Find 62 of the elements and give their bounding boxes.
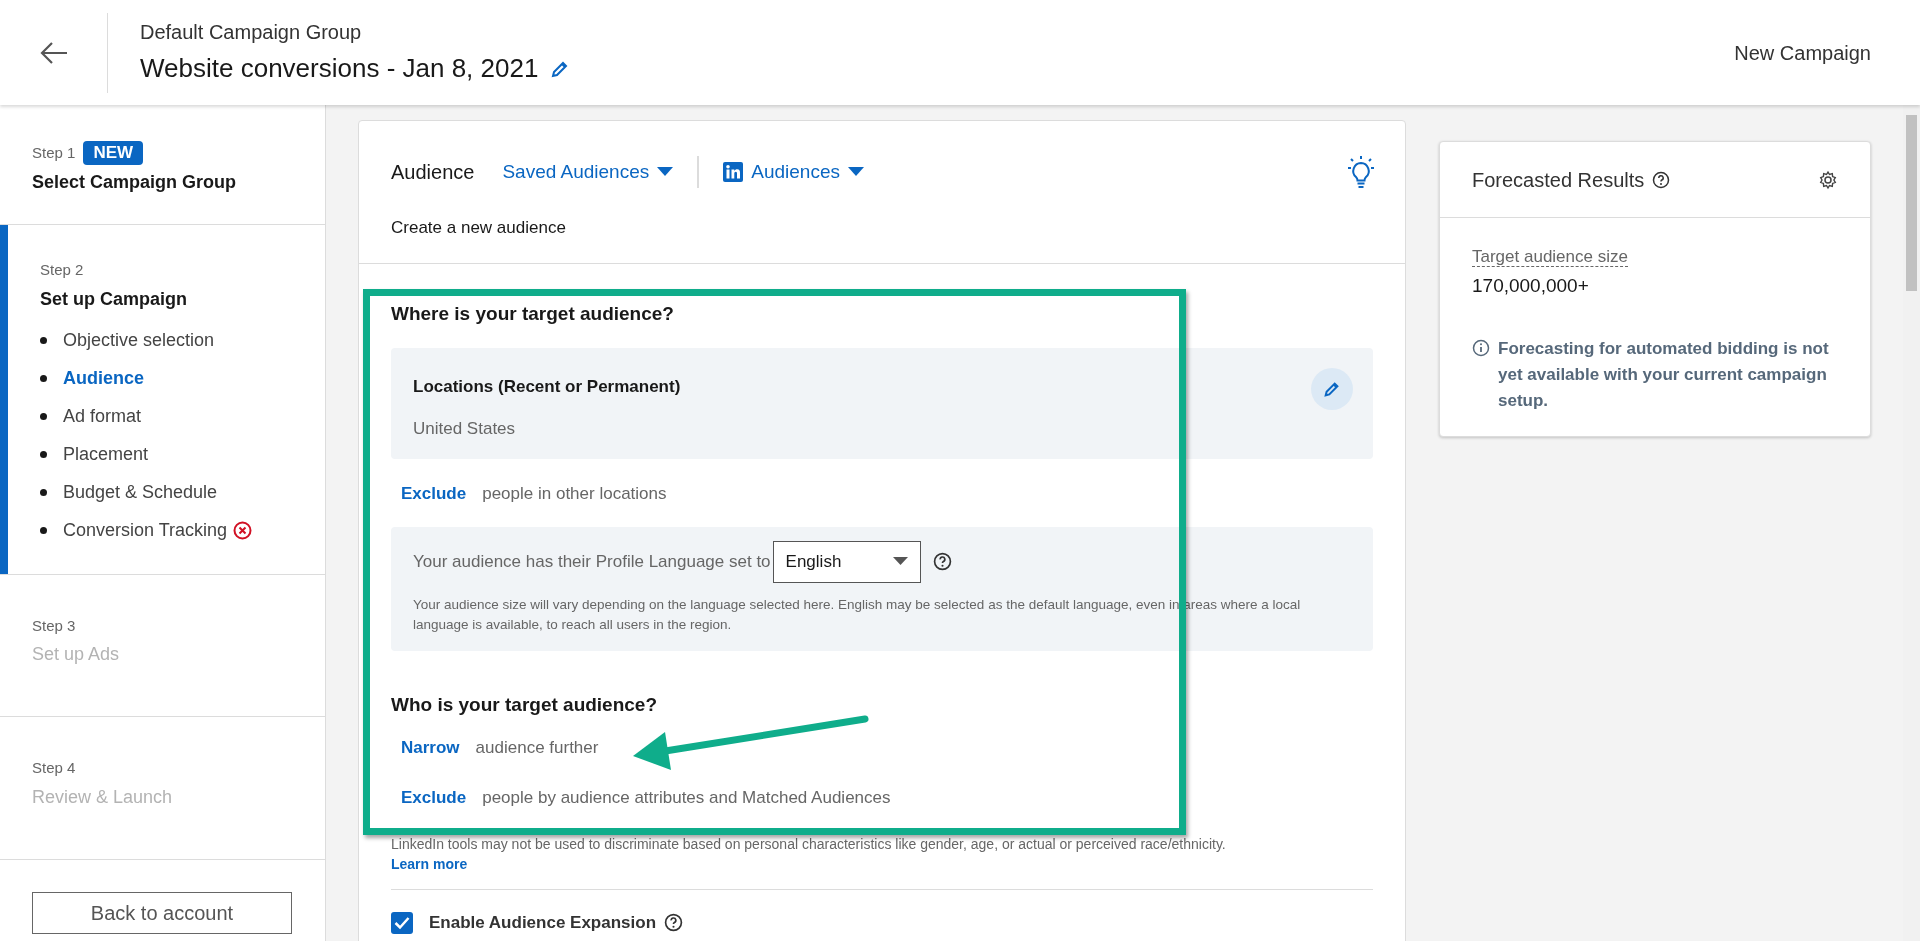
section-subtitle: Create a new audience xyxy=(391,217,566,239)
back-arrow-icon xyxy=(38,40,69,65)
question-heading: Where is your target audience? xyxy=(391,301,675,326)
campaign-group-name: Default Campaign Group xyxy=(140,20,363,45)
new-campaign-label: New Campaign xyxy=(1734,40,1871,66)
action-link[interactable]: Exclude xyxy=(401,481,467,507)
settings-icon[interactable] xyxy=(1818,169,1838,190)
step-link[interactable]: Budget & Schedule xyxy=(63,478,218,506)
lightbulb-icon[interactable] xyxy=(1347,155,1375,189)
back-to-account-button[interactable]: Back to account xyxy=(32,891,292,934)
metric-value: 170,000,000+ xyxy=(1472,273,1590,298)
step-number: Step 3 xyxy=(32,615,76,636)
step-title[interactable]: Set up Campaign xyxy=(40,285,325,313)
forecast-title: Forecasted Results xyxy=(1472,167,1645,193)
learn-more-link[interactable]: Learn more xyxy=(391,854,468,875)
new-badge: NEW xyxy=(83,141,144,165)
pencil-icon xyxy=(1323,380,1341,398)
bullet-icon xyxy=(40,450,47,458)
bullet-icon xyxy=(40,336,47,344)
forecast-note: Forecasting for automated bidding is not yet available with your current campaign setup. xyxy=(1498,338,1830,412)
step-link[interactable]: Audience xyxy=(63,364,145,392)
bullet-icon xyxy=(40,412,47,420)
step-link[interactable]: Conversion Tracking xyxy=(63,516,228,544)
caret-icon xyxy=(848,167,864,177)
campaign-title: Website conversions - Jan 8, 2021 xyxy=(140,52,539,85)
help-icon[interactable] xyxy=(664,913,684,933)
language-dropdown[interactable]: English xyxy=(772,540,921,583)
bullet-icon xyxy=(40,526,47,534)
step-number: Step 4 xyxy=(32,758,76,778)
caret-icon xyxy=(892,557,908,566)
checkbox[interactable] xyxy=(391,911,413,934)
audience-dropdown[interactable]: Saved Audiences xyxy=(502,157,674,187)
step-link[interactable]: Objective selection xyxy=(63,326,215,354)
linkedin-logo-icon xyxy=(723,162,744,182)
help-icon[interactable] xyxy=(932,552,952,571)
step-number: Step 1 xyxy=(32,142,76,163)
audience-dropdown[interactable]: Audiences xyxy=(723,157,864,187)
bullet-icon xyxy=(40,374,47,382)
step-number: Step 2 xyxy=(40,260,84,280)
step-link[interactable]: Placement xyxy=(63,440,149,468)
action-description: audience further xyxy=(475,737,599,759)
checkbox-label: Enable Audience Expansion xyxy=(429,912,657,934)
question-heading: Who is your target audience? xyxy=(391,692,659,717)
caret-icon xyxy=(657,167,674,177)
location-value: United States xyxy=(413,417,517,440)
action-description: people in other locations xyxy=(482,483,667,505)
metric-label: Target audience size xyxy=(1472,247,1628,267)
location-title: Locations (Recent or Permanent) xyxy=(413,376,681,398)
step-title: Set up Ads xyxy=(32,643,121,666)
info-icon xyxy=(1472,339,1490,357)
language-prompt: Your audience has their Profile Language set to xyxy=(413,550,771,573)
action-link[interactable]: Narrow xyxy=(401,735,460,761)
help-icon[interactable] xyxy=(1652,170,1671,189)
step-link[interactable]: Ad format xyxy=(63,402,142,430)
edit-button[interactable] xyxy=(1311,368,1353,410)
action-description: people by audience attributes and Matched Audiences xyxy=(482,786,891,809)
action-link[interactable]: Exclude xyxy=(401,784,467,810)
step-title[interactable]: Select Campaign Group xyxy=(32,169,325,196)
step-title: Review & Launch xyxy=(32,785,174,809)
section-title: Audience xyxy=(391,160,475,185)
disclaimer-text: LinkedIn tools may not be used to discriminate based on personal characteristics like gender, age, or actual or perceived race/ethnicity. xyxy=(391,835,1227,854)
bullet-icon xyxy=(40,488,47,496)
